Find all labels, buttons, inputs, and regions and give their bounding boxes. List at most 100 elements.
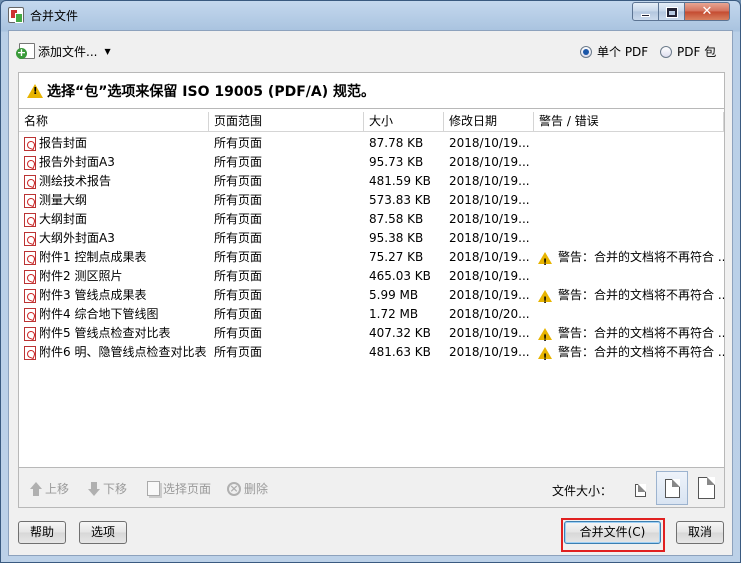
- file-name-cell: 测量大纲: [19, 191, 209, 210]
- file-name-cell: 附件3 管线点成果表: [19, 286, 209, 305]
- modified-date-cell: 2018/10/19...: [449, 193, 530, 207]
- page-range-cell[interactable]: 所有页面: [209, 305, 364, 324]
- file-name: 报告外封面A3: [39, 155, 115, 169]
- file-size-default-button[interactable]: [656, 471, 688, 505]
- maximize-button[interactable]: [658, 2, 685, 21]
- file-size-cell: 1.72 MB: [369, 307, 419, 321]
- radio-single-pdf-control[interactable]: [580, 45, 592, 58]
- column-header-warnings[interactable]: 警告 / 错误: [534, 112, 724, 132]
- table-row[interactable]: 大纲外封面A3 所有页面 95.38 KB 2018/10/19...: [19, 229, 724, 248]
- small-document-icon: [634, 483, 646, 497]
- file-name: 附件2 测区照片: [39, 269, 123, 283]
- minimize-icon: [641, 13, 650, 17]
- list-actions-bar: 上移 下移 选择页面 × 删除 文件大小：: [18, 468, 725, 508]
- file-size-cell: 95.73 KB: [369, 155, 424, 169]
- modified-date-cell: 2018/10/19...: [449, 269, 530, 283]
- radio-single-pdf-label: 单个 PDF: [597, 45, 649, 59]
- warning-cell: 警告：合并的文档将不再符合 ...: [534, 324, 724, 343]
- select-pages-label: 选择页面: [163, 482, 212, 496]
- pdf-file-icon: [24, 231, 36, 246]
- table-row[interactable]: 测绘技术报告 所有页面 481.59 KB 2018/10/19...: [19, 172, 724, 191]
- modified-date-cell: 2018/10/19...: [449, 345, 530, 359]
- file-size-cell: 407.32 KB: [369, 326, 431, 340]
- modified-date-cell: 2018/10/19...: [449, 250, 530, 264]
- page-range-cell[interactable]: 所有页面: [209, 343, 364, 362]
- options-button[interactable]: 选项: [79, 521, 127, 544]
- warning-cell: [534, 172, 724, 191]
- file-size-large-button[interactable]: [692, 473, 720, 503]
- warning-cell: [534, 267, 724, 286]
- modified-date-cell: 2018/10/19...: [449, 288, 530, 302]
- warning-cell: [534, 191, 724, 210]
- page-range-cell[interactable]: 所有页面: [209, 267, 364, 286]
- file-name: 大纲外封面A3: [39, 231, 115, 245]
- page-range-cell[interactable]: 所有页面: [209, 210, 364, 229]
- file-name-cell: 报告封面: [19, 134, 209, 153]
- file-name: 报告封面: [39, 136, 88, 150]
- pdf-file-icon: [24, 174, 36, 189]
- file-size-small-button[interactable]: [628, 478, 652, 502]
- file-size-cell: 481.59 KB: [369, 174, 431, 188]
- file-list[interactable]: 名称 页面范围 大小 修改日期 警告 / 错误 报告封面 所有页面 87.78 KB…: [18, 108, 725, 468]
- table-row[interactable]: 附件3 管线点成果表 所有页面 5.99 MB 2018/10/19... 警告：合并的…: [19, 286, 724, 305]
- close-icon: ✕: [701, 4, 713, 19]
- page-range-cell[interactable]: 所有页面: [209, 134, 364, 153]
- annotation-highlight-box: [561, 518, 665, 552]
- help-button[interactable]: 帮助: [18, 521, 66, 544]
- table-row[interactable]: 报告外封面A3 所有页面 95.73 KB 2018/10/19...: [19, 153, 724, 172]
- table-row[interactable]: 附件6 明、隐管线点检查对比表 所有页面 481.63 KB 2018/10/19..…: [19, 343, 724, 362]
- pdf-file-icon: [24, 307, 36, 322]
- delete-icon: ×: [227, 481, 241, 496]
- table-row[interactable]: 附件4 综合地下管线图 所有页面 1.72 MB 2018/10/20...: [19, 305, 724, 324]
- warning-text: 警告：合并的文档将不再符合 ...: [558, 288, 724, 302]
- close-button[interactable]: ✕: [684, 2, 730, 21]
- title-bar[interactable]: 合并文件 ✕: [1, 1, 740, 29]
- file-size-cell: 87.58 KB: [369, 212, 424, 226]
- pdfa-notice-text: 选择“包”选项来保留 ISO 19005 (PDF/A) 规范。: [47, 83, 375, 100]
- modified-date-cell: 2018/10/19...: [449, 155, 530, 169]
- dialog-body: 添加文件... ▼ 单个 PDF PDF 包 选择“包”选项来保留 ISO 19…: [8, 30, 733, 556]
- page-range-cell[interactable]: 所有页面: [209, 172, 364, 191]
- page-range-cell[interactable]: 所有页面: [209, 286, 364, 305]
- column-header-name[interactable]: 名称: [19, 112, 209, 132]
- warning-text: 警告：合并的文档将不再符合 ...: [558, 345, 724, 359]
- page-range-cell[interactable]: 所有页面: [209, 191, 364, 210]
- add-files-button[interactable]: 添加文件... ▼: [16, 41, 111, 61]
- file-name-cell: 附件2 测区照片: [19, 267, 209, 286]
- radio-pdf-package-control[interactable]: [660, 45, 672, 58]
- radio-single-pdf[interactable]: 单个 PDF: [580, 43, 648, 60]
- page-range-cell[interactable]: 所有页面: [209, 229, 364, 248]
- page-range-cell[interactable]: 所有页面: [209, 324, 364, 343]
- table-row[interactable]: 报告封面 所有页面 87.78 KB 2018/10/19...: [19, 134, 724, 153]
- chevron-down-icon: ▼: [104, 46, 111, 56]
- table-row[interactable]: 附件5 管线点检查对比表 所有页面 407.32 KB 2018/10/19... 警告…: [19, 324, 724, 343]
- radio-pdf-package[interactable]: PDF 包: [660, 43, 716, 60]
- pdf-file-icon: [24, 155, 36, 170]
- modified-date-cell: 2018/10/19...: [449, 326, 530, 340]
- file-name: 附件4 综合地下管线图: [39, 307, 159, 321]
- table-row[interactable]: 大纲封面 所有页面 87.58 KB 2018/10/19...: [19, 210, 724, 229]
- move-down-button[interactable]: 下移: [88, 480, 127, 497]
- file-list-header: 名称 页面范围 大小 修改日期 警告 / 错误: [19, 112, 724, 132]
- move-up-button[interactable]: 上移: [30, 480, 69, 497]
- add-file-icon: [16, 43, 35, 59]
- table-row[interactable]: 附件1 控制点成果表 所有页面 75.27 KB 2018/10/19... 警告：合并…: [19, 248, 724, 267]
- minimize-button[interactable]: [632, 2, 659, 21]
- file-name: 测绘技术报告: [39, 174, 112, 188]
- table-row[interactable]: 测量大纲 所有页面 573.83 KB 2018/10/19...: [19, 191, 724, 210]
- column-header-size[interactable]: 大小: [364, 112, 444, 132]
- page-range-cell[interactable]: 所有页面: [209, 248, 364, 267]
- select-pages-button[interactable]: 选择页面: [147, 480, 211, 497]
- move-down-label: 下移: [103, 482, 128, 496]
- page-range-cell[interactable]: 所有页面: [209, 153, 364, 172]
- delete-button[interactable]: × 删除: [227, 480, 268, 497]
- cancel-button[interactable]: 取消: [676, 521, 724, 544]
- file-size-label: 文件大小：: [552, 484, 613, 498]
- column-header-page-range[interactable]: 页面范围: [209, 112, 364, 132]
- table-row[interactable]: 附件2 测区照片 所有页面 465.03 KB 2018/10/19...: [19, 267, 724, 286]
- warning-cell: [534, 305, 724, 324]
- arrow-up-icon: [30, 481, 42, 496]
- column-header-modified-date[interactable]: 修改日期: [444, 112, 534, 132]
- modified-date-cell: 2018/10/19...: [449, 174, 530, 188]
- toolbar: 添加文件... ▼ 单个 PDF PDF 包: [9, 31, 732, 71]
